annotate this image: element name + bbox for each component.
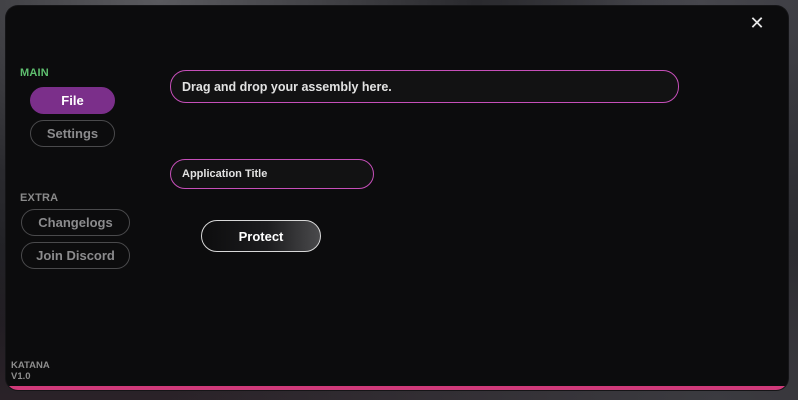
sidebar-item-changelogs[interactable]: Changelogs: [21, 209, 130, 236]
close-icon[interactable]: ✕: [748, 14, 766, 32]
sidebar-item-join-discord[interactable]: Join Discord: [21, 242, 130, 269]
brand-info: KATANA V1.0: [11, 360, 50, 382]
accent-bottom-bar: [6, 386, 788, 390]
protect-button[interactable]: Protect: [201, 220, 321, 252]
sidebar-item-settings[interactable]: Settings: [30, 120, 115, 147]
brand-name: KATANA: [11, 360, 50, 371]
sidebar-section-extra-label: EXTRA: [20, 192, 59, 204]
application-title-input[interactable]: Application Title: [170, 159, 374, 189]
sidebar-section-main-label: MAIN: [20, 67, 49, 79]
sidebar-item-file[interactable]: File: [30, 87, 115, 114]
brand-version: V1.0: [11, 371, 31, 382]
app-window: ✕ MAIN File Settings EXTRA Changelogs Jo…: [6, 6, 788, 390]
assembly-drop-input[interactable]: Drag and drop your assembly here.: [170, 70, 679, 103]
